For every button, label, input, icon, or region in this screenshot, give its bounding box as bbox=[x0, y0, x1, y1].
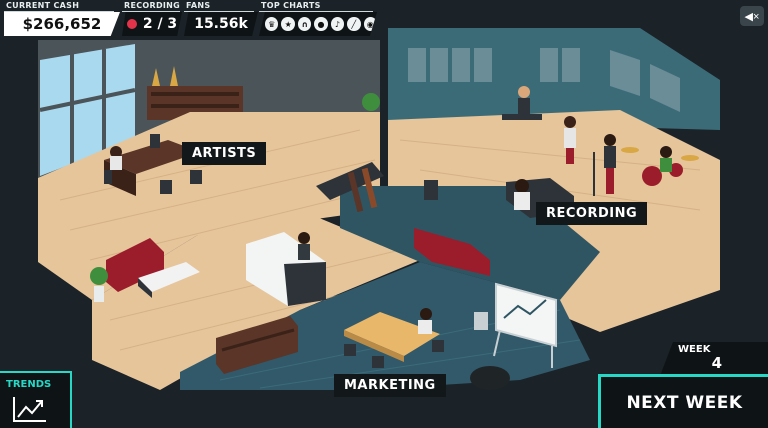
microphone-icon[interactable]: ♪ bbox=[330, 17, 345, 31]
cash-value: $266,652 bbox=[4, 12, 120, 36]
crown-icon[interactable]: ♛ bbox=[265, 17, 279, 31]
bean-bag bbox=[470, 366, 510, 390]
week-label: WEEK bbox=[678, 344, 711, 355]
next-week-button[interactable]: NEXT WEEK bbox=[598, 374, 768, 428]
trash-bin bbox=[474, 312, 488, 330]
tool-icon[interactable]: ╱ bbox=[347, 17, 361, 31]
mute-button[interactable]: ◀× bbox=[740, 6, 764, 26]
week-value: 4 bbox=[711, 354, 722, 372]
fans-label: FANS bbox=[186, 1, 211, 10]
fans-underline bbox=[184, 11, 254, 12]
recording-value: 2 / 3 bbox=[142, 16, 178, 32]
charts-underline bbox=[259, 11, 373, 12]
fans-value: 15.56k bbox=[184, 12, 258, 36]
person-icon[interactable]: ● bbox=[314, 17, 328, 31]
recording-label: RECORDING bbox=[124, 1, 181, 10]
record-dot-icon bbox=[126, 19, 137, 29]
top-charts-label: TOP CHARTS bbox=[261, 1, 321, 10]
headphones-icon[interactable]: ∩ bbox=[297, 17, 312, 31]
top-charts-bar: ♛ ★ ∩ ● ♪ ╱ ◉ bbox=[259, 12, 377, 36]
speaker-mute-icon: ◀× bbox=[744, 10, 760, 23]
trend-chart-icon bbox=[13, 397, 46, 422]
cash-underline bbox=[4, 11, 114, 12]
trends-label: TRENDS bbox=[6, 379, 52, 390]
room-label-recording[interactable]: RECORDING bbox=[536, 202, 648, 225]
star-icon[interactable]: ★ bbox=[281, 17, 295, 31]
recording-underline bbox=[122, 11, 180, 12]
recording-status[interactable]: 2 / 3 bbox=[122, 12, 182, 36]
trends-button[interactable]: TRENDS bbox=[0, 371, 72, 428]
speaker bbox=[424, 180, 438, 200]
week-indicator: WEEK 4 bbox=[660, 342, 768, 376]
room-label-marketing[interactable]: MARKETING bbox=[334, 374, 446, 397]
cash-label: CURRENT CASH bbox=[6, 1, 80, 10]
room-label-artists[interactable]: ARTISTS bbox=[182, 142, 267, 165]
studio-scene bbox=[0, 0, 768, 428]
